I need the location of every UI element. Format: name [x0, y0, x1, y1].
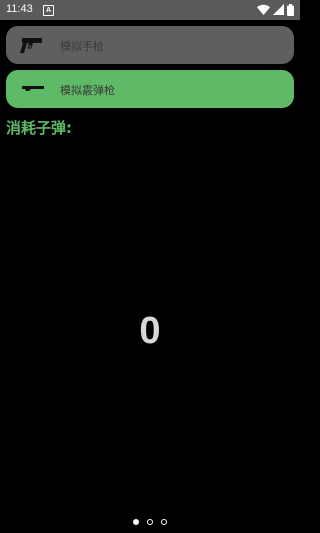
shotgun-icon	[22, 86, 44, 91]
ammo-consumed-label: 消耗子弹:	[6, 119, 72, 137]
weapon-option-shotgun[interactable]: 模拟霰弹枪	[6, 70, 294, 108]
app-notification-icon: A	[43, 5, 54, 16]
ammo-counter: 0	[139, 310, 161, 352]
signal-icon	[273, 4, 284, 15]
pistol-icon	[20, 38, 42, 53]
weapon-label-pistol: 模拟手枪	[60, 40, 104, 53]
battery-icon	[287, 4, 294, 16]
page-dot-1[interactable]	[133, 519, 139, 525]
page-indicator	[0, 519, 300, 525]
page-dot-2[interactable]	[147, 519, 153, 525]
weapon-option-pistol[interactable]: 模拟手枪	[6, 26, 294, 64]
page-dot-3[interactable]	[161, 519, 167, 525]
wifi-icon	[257, 4, 270, 15]
status-time: 11:43	[6, 3, 33, 15]
status-bar: 11:43 A	[0, 0, 300, 20]
status-icons	[254, 4, 294, 16]
weapon-label-shotgun: 模拟霰弹枪	[60, 84, 115, 97]
